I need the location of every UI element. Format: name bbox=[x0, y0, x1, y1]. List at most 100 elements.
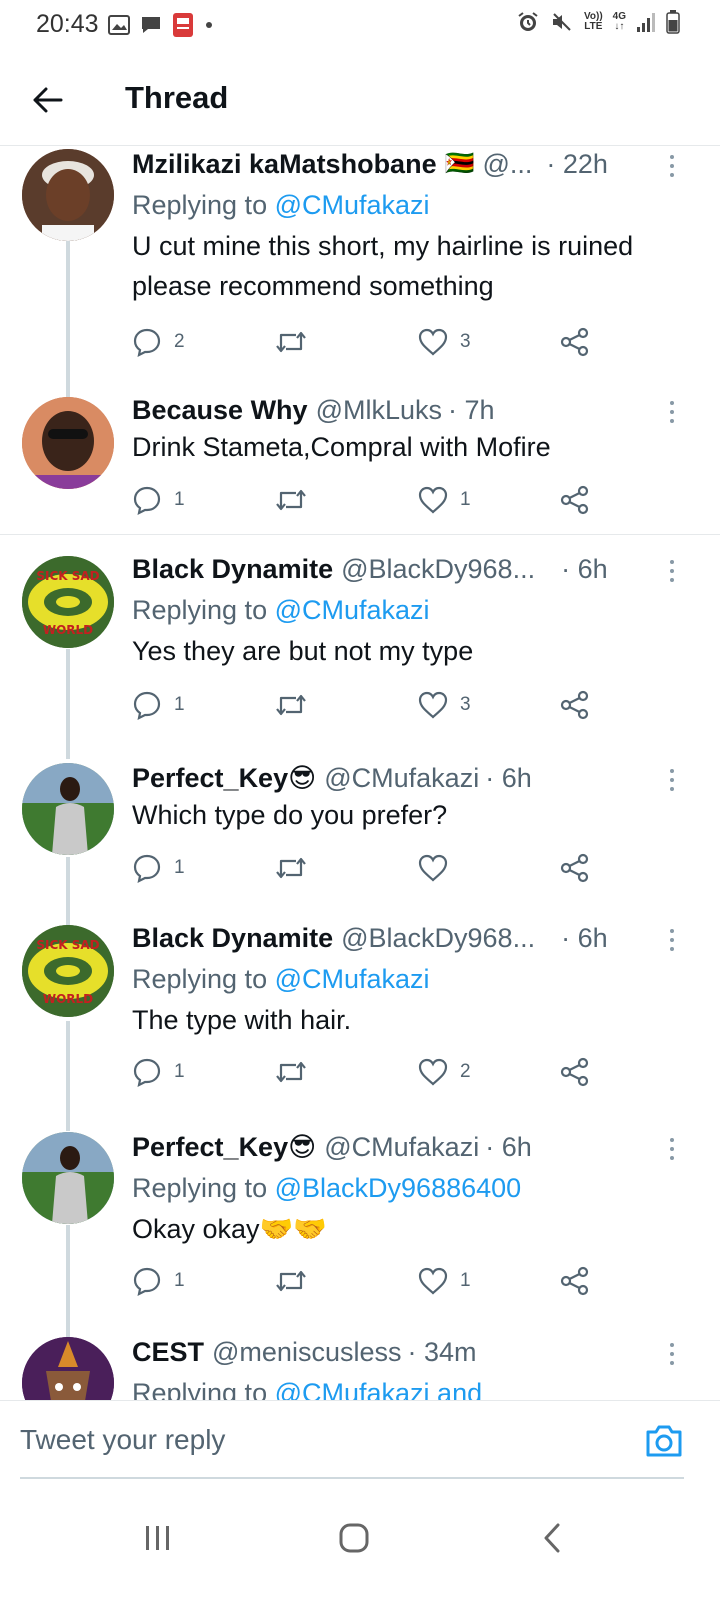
retweet-button[interactable] bbox=[274, 325, 320, 359]
reply-icon bbox=[133, 486, 161, 515]
like-button[interactable]: 3 bbox=[418, 688, 471, 722]
more-options-icon[interactable] bbox=[662, 925, 682, 955]
system-nav-bar bbox=[0, 1480, 720, 1600]
retweet-button[interactable] bbox=[274, 688, 320, 722]
tweet-text: Yes they are but not my type bbox=[132, 636, 474, 666]
reply-button[interactable]: 1 bbox=[132, 688, 185, 722]
share-button[interactable] bbox=[560, 483, 590, 517]
more-options-icon[interactable] bbox=[662, 397, 682, 427]
tweet-header: Because Why @MlkLuks · 7h bbox=[132, 393, 680, 427]
tweet-body: Mzilikazi kaMatshobane 🇿🇼 @... · 22h Rep… bbox=[132, 147, 680, 306]
share-icon bbox=[560, 485, 589, 515]
like-count: 1 bbox=[460, 489, 471, 510]
replying-prefix: Replying to bbox=[132, 964, 268, 994]
tweet-actions: 1 1 bbox=[132, 1264, 602, 1298]
share-icon bbox=[560, 1266, 589, 1296]
replying-prefix: Replying to bbox=[132, 595, 268, 625]
camera-icon bbox=[646, 1425, 682, 1457]
system-icons: Vo)) LTE 4G ↓↑ bbox=[516, 10, 680, 34]
avatar[interactable] bbox=[22, 397, 114, 489]
tweet-body: Perfect_Key😎 @CMufakazi · 6h Replying to… bbox=[132, 1130, 680, 1249]
replying-prefix: Replying to bbox=[132, 190, 268, 220]
display-name[interactable]: Perfect_Key😎 bbox=[132, 761, 316, 795]
retweet-button[interactable] bbox=[274, 483, 320, 517]
tweet-body: Perfect_Key😎 @CMufakazi · 6h Which type … bbox=[132, 761, 680, 835]
retweet-button[interactable] bbox=[274, 1055, 320, 1089]
share-button[interactable] bbox=[560, 325, 590, 359]
reply-button[interactable]: 1 bbox=[132, 483, 185, 517]
reply-button[interactable]: 1 bbox=[132, 1264, 185, 1298]
display-name[interactable]: Black Dynamite bbox=[132, 552, 333, 586]
avatar[interactable]: SICK SAD WORLD bbox=[22, 556, 114, 648]
tweet-time: · 22h bbox=[546, 149, 608, 179]
more-options-icon[interactable] bbox=[662, 556, 682, 586]
display-name[interactable]: Black Dynamite bbox=[132, 921, 333, 955]
home-button[interactable] bbox=[324, 1508, 384, 1568]
share-icon bbox=[560, 327, 589, 357]
user-handle[interactable]: @meniscusless bbox=[212, 1335, 401, 1369]
more-options-icon[interactable] bbox=[662, 1134, 682, 1164]
heart-icon bbox=[418, 1267, 448, 1295]
tweet-header: Black Dynamite @BlackDy968... · 6h bbox=[132, 552, 680, 586]
user-handle[interactable]: @... bbox=[482, 147, 532, 181]
more-options-icon[interactable] bbox=[662, 151, 682, 181]
more-options-icon[interactable] bbox=[662, 1339, 682, 1369]
avatar[interactable] bbox=[22, 149, 114, 241]
thread-list[interactable]: Mzilikazi kaMatshobane 🇿🇼 @... · 22h Rep… bbox=[0, 147, 720, 1400]
like-button[interactable]: 1 bbox=[418, 1264, 471, 1298]
mention-link[interactable]: @BlackDy96886400 bbox=[275, 1173, 522, 1203]
avatar[interactable]: SICK SAD WORLD bbox=[22, 925, 114, 1017]
reply-icon bbox=[133, 854, 161, 883]
share-button[interactable] bbox=[560, 688, 590, 722]
camera-button[interactable] bbox=[644, 1423, 684, 1463]
share-button[interactable] bbox=[560, 851, 590, 885]
heart-icon bbox=[418, 328, 448, 356]
share-button[interactable] bbox=[560, 1264, 590, 1298]
user-handle[interactable]: @MlkLuks bbox=[316, 393, 442, 427]
heart-icon bbox=[418, 1058, 448, 1086]
reply-icon bbox=[133, 1267, 161, 1296]
retweet-icon bbox=[276, 489, 306, 511]
display-name[interactable]: CEST bbox=[132, 1335, 204, 1369]
mention-link[interactable]: @CMufakazi bbox=[275, 964, 430, 994]
display-name[interactable]: Perfect_Key😎 bbox=[132, 1130, 316, 1164]
reply-button[interactable]: 1 bbox=[132, 851, 185, 885]
tweet-header: Perfect_Key😎 @CMufakazi · 6h bbox=[132, 1130, 680, 1164]
recent-apps-icon bbox=[146, 1526, 169, 1550]
display-name[interactable]: Mzilikazi kaMatshobane bbox=[132, 147, 437, 181]
user-handle[interactable]: @CMufakazi bbox=[324, 761, 479, 795]
user-handle[interactable]: @BlackDy968... bbox=[341, 552, 535, 586]
like-button[interactable] bbox=[418, 851, 460, 885]
reply-button[interactable]: 1 bbox=[132, 1055, 185, 1089]
mention-link[interactable]: @CMufakazi bbox=[275, 595, 430, 625]
user-handle[interactable]: @CMufakazi bbox=[324, 1130, 479, 1164]
tweet-time: · 6h bbox=[561, 554, 608, 584]
like-button[interactable]: 3 bbox=[418, 325, 471, 359]
network-4g-icon: 4G ↓↑ bbox=[613, 12, 626, 32]
reply-count: 1 bbox=[174, 489, 185, 510]
display-name[interactable]: Because Why bbox=[132, 393, 308, 427]
avatar[interactable] bbox=[22, 1337, 114, 1400]
replying-to: Replying to @CMufakazi and bbox=[132, 1376, 680, 1400]
system-back-button[interactable] bbox=[522, 1508, 582, 1568]
reply-icon bbox=[133, 691, 161, 720]
retweet-icon bbox=[276, 857, 306, 879]
tweet-actions: 1 1 bbox=[132, 483, 602, 517]
reply-button[interactable]: 2 bbox=[132, 325, 185, 359]
like-button[interactable]: 1 bbox=[418, 483, 471, 517]
user-handle[interactable]: @BlackDy968... bbox=[341, 921, 535, 955]
reply-input[interactable] bbox=[20, 1415, 580, 1465]
mention-link[interactable]: @CMufakazi and bbox=[275, 1378, 483, 1400]
retweet-button[interactable] bbox=[274, 851, 320, 885]
retweet-button[interactable] bbox=[274, 1264, 320, 1298]
more-options-icon[interactable] bbox=[662, 765, 682, 795]
share-button[interactable] bbox=[560, 1055, 590, 1089]
recent-apps-button[interactable] bbox=[128, 1508, 188, 1568]
avatar[interactable] bbox=[22, 763, 114, 855]
avatar[interactable] bbox=[22, 1132, 114, 1224]
back-button[interactable] bbox=[28, 80, 68, 120]
replying-prefix: Replying to bbox=[132, 1378, 268, 1400]
mention-link[interactable]: @CMufakazi bbox=[275, 190, 430, 220]
like-button[interactable]: 2 bbox=[418, 1055, 471, 1089]
arrow-left-icon bbox=[33, 87, 63, 113]
